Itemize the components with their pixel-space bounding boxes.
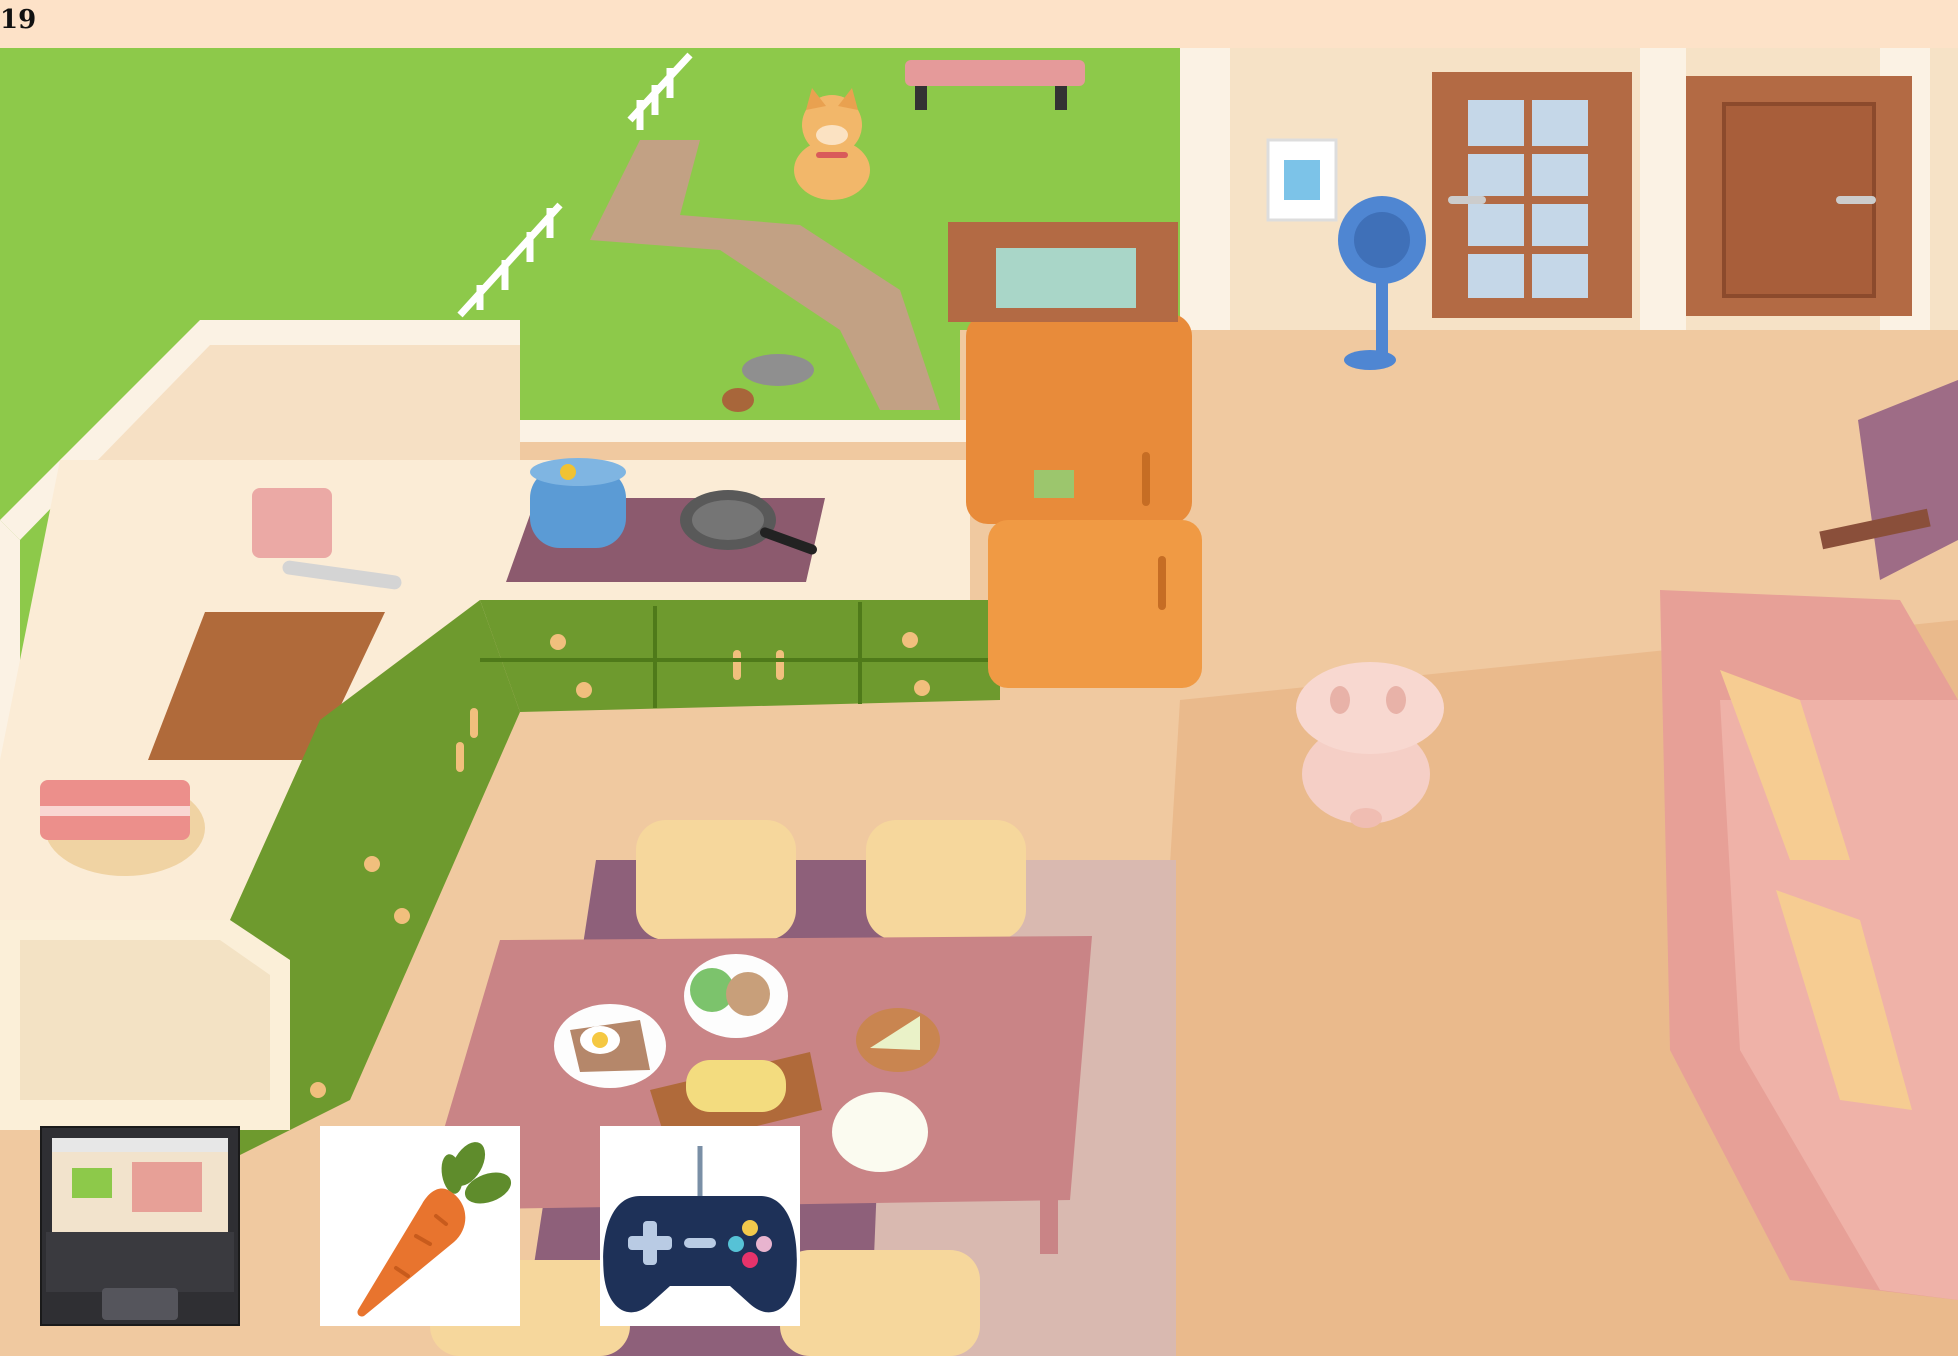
gamepad-icon: [603, 1146, 797, 1313]
acorn: [722, 388, 754, 412]
plate-bagel: [684, 954, 788, 1038]
refrigerator: [966, 314, 1202, 688]
pot: [530, 458, 626, 548]
inventory-slot-laptop[interactable]: [40, 1126, 240, 1326]
wall-top-edge: [520, 420, 970, 442]
wooden-door: [1686, 76, 1912, 316]
milk-carton: [252, 488, 332, 558]
step-counter: 19: [0, 5, 37, 35]
cake-slice: [856, 1008, 940, 1072]
wall-pillar: [1640, 48, 1686, 330]
laptop-icon: [42, 1128, 238, 1324]
game-scene: [0, 48, 1958, 1356]
empty-plate: [832, 1092, 928, 1172]
carrot-icon: [357, 1142, 512, 1317]
glass-door: [1432, 72, 1632, 318]
inventory-slot-carrot[interactable]: [320, 1126, 520, 1326]
inventory-slot-gamepad[interactable]: [600, 1126, 800, 1326]
plate-egg: [554, 1004, 666, 1088]
wall-pillar: [1180, 48, 1230, 330]
stone: [742, 354, 814, 386]
top-bar: 19: [0, 0, 1958, 48]
